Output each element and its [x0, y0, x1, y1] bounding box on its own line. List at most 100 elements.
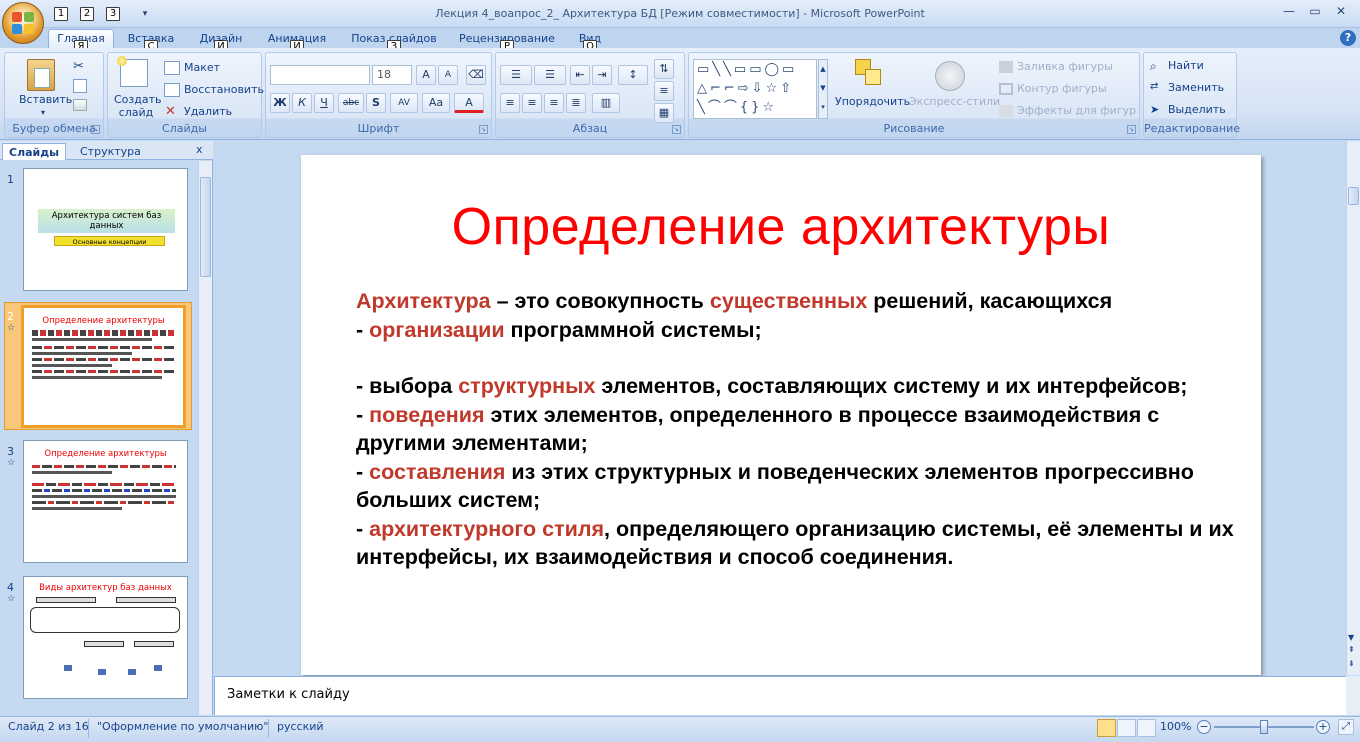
- paste-button[interactable]: Вставить: [19, 93, 72, 106]
- tab-design[interactable]: Дизайн Й: [192, 30, 250, 54]
- pane-close-icon[interactable]: x: [196, 143, 208, 157]
- justify-icon[interactable]: ≣: [566, 93, 586, 113]
- font-name-combo[interactable]: [270, 65, 370, 85]
- reset-button[interactable]: Восстановить: [184, 83, 264, 96]
- qat-customize-icon[interactable]: ▾: [136, 5, 154, 23]
- strikethrough-button[interactable]: abc: [338, 93, 364, 113]
- minimize-icon[interactable]: —: [1276, 2, 1302, 20]
- increase-indent-icon[interactable]: ⇥: [592, 65, 612, 85]
- slide-thumb-2[interactable]: Определение архитектуры: [21, 305, 186, 428]
- tab-review[interactable]: Рецензирование Р: [454, 30, 560, 54]
- numbering-icon[interactable]: ☰: [534, 65, 566, 85]
- zoom-in-icon[interactable]: +: [1316, 720, 1330, 734]
- notes-pane[interactable]: Заметки к слайду: [214, 676, 1346, 715]
- shapes-gallery[interactable]: ▭╲╲▭▭◯▭ △⌐⌐⇨⇩☆⇧ ╲⌒⌒{}☆: [693, 59, 817, 119]
- slide-thumb-4[interactable]: Виды архитектур баз данных: [23, 576, 188, 699]
- decrease-indent-icon[interactable]: ⇤: [570, 65, 590, 85]
- scroll-down-icon[interactable]: ▼: [1348, 633, 1354, 642]
- language-indicator[interactable]: русский: [277, 720, 324, 733]
- highlight-term: существенных: [709, 289, 868, 313]
- notes-placeholder: Заметки к слайду: [227, 687, 350, 702]
- thumb-subtitle: Основные концепции: [54, 236, 165, 246]
- notes-scrollbar[interactable]: [1346, 676, 1360, 715]
- paste-dropdown-icon[interactable]: ▾: [41, 108, 45, 117]
- zoom-level[interactable]: 100%: [1160, 720, 1191, 733]
- scroll-thumb[interactable]: [200, 177, 211, 277]
- restore-icon[interactable]: ▭: [1302, 2, 1328, 20]
- font-color-button[interactable]: A: [454, 93, 484, 113]
- copy-icon[interactable]: [73, 79, 87, 93]
- tab-home[interactable]: Главная Я: [48, 29, 114, 54]
- arrange-button[interactable]: Упорядочить: [835, 95, 910, 108]
- thumb-text-lines: [32, 338, 152, 341]
- select-button[interactable]: Выделить: [1168, 103, 1226, 116]
- shrink-font-icon[interactable]: A: [438, 65, 458, 85]
- slide-sorter-icon[interactable]: [1117, 719, 1136, 737]
- italic-button[interactable]: К: [292, 93, 312, 113]
- columns-icon[interactable]: ▥: [592, 93, 620, 113]
- qat-save[interactable]: 1: [52, 5, 70, 23]
- dialog-launcher-icon[interactable]: ↘: [672, 125, 681, 134]
- slide-thumb-1[interactable]: Архитектура систем баз данных Основные к…: [23, 168, 188, 291]
- delete-button[interactable]: Удалить: [184, 105, 232, 118]
- slide-thumb-3[interactable]: Определение архитектуры: [23, 440, 188, 563]
- align-right-icon[interactable]: ≡: [544, 93, 564, 113]
- quick-styles-button[interactable]: Экспресс-стили: [909, 95, 1000, 108]
- help-icon[interactable]: ?: [1340, 30, 1356, 46]
- zoom-slider-thumb[interactable]: [1260, 720, 1268, 734]
- thumb-number: 1: [7, 173, 14, 186]
- align-text-icon[interactable]: ≡: [654, 81, 674, 101]
- char-spacing-button[interactable]: AV: [390, 93, 418, 113]
- align-center-icon[interactable]: ≡: [522, 93, 542, 113]
- slides-pane-scrollbar[interactable]: [198, 161, 212, 715]
- shadow-button[interactable]: S: [366, 93, 386, 113]
- normal-view-icon[interactable]: [1097, 719, 1116, 737]
- zoom-out-icon[interactable]: −: [1197, 720, 1211, 734]
- clear-format-icon[interactable]: ⌫: [466, 65, 486, 85]
- line-spacing-icon[interactable]: ↕: [618, 65, 648, 85]
- shapes-gallery-scroll[interactable]: ▲ ▼ ▾: [818, 59, 828, 119]
- change-case-button[interactable]: Aa: [422, 93, 450, 113]
- tab-slides[interactable]: Слайды: [2, 143, 67, 160]
- shape-effects-button[interactable]: Эффекты для фигур: [1017, 104, 1136, 117]
- main-vertical-scrollbar[interactable]: ▼ ⇞ ⇟: [1346, 141, 1360, 675]
- layout-button[interactable]: Макет: [184, 61, 220, 74]
- underline-button[interactable]: Ч: [314, 93, 334, 113]
- next-slide-icon[interactable]: ⇟: [1348, 659, 1355, 668]
- tab-slideshow[interactable]: Показ слайдов З: [346, 30, 442, 54]
- bold-button[interactable]: Ж: [270, 93, 290, 113]
- office-button[interactable]: [2, 2, 44, 44]
- smartart-icon[interactable]: ▦: [654, 103, 674, 123]
- shape-outline-button[interactable]: Контур фигуры: [1017, 82, 1107, 95]
- scroll-thumb[interactable]: [1348, 187, 1359, 205]
- replace-button[interactable]: Заменить: [1168, 81, 1224, 94]
- fit-to-window-icon[interactable]: ⤢: [1338, 719, 1354, 735]
- grow-font-icon[interactable]: A: [416, 65, 436, 85]
- bullets-icon[interactable]: ☰: [500, 65, 532, 85]
- tab-insert[interactable]: Вставка С: [122, 30, 180, 54]
- find-button[interactable]: Найти: [1168, 59, 1204, 72]
- format-painter-icon[interactable]: [73, 99, 87, 111]
- shape-fill-button[interactable]: Заливка фигуры: [1017, 60, 1113, 73]
- slide-body[interactable]: Архитектура – это совокупность существен…: [356, 287, 1246, 572]
- dialog-launcher-icon[interactable]: ↘: [479, 125, 488, 134]
- tab-view[interactable]: Вид О: [572, 30, 608, 54]
- qat-keytip-3: 3: [106, 7, 120, 21]
- dialog-launcher-icon[interactable]: ↘: [91, 125, 100, 134]
- tab-animation[interactable]: Анимация И: [262, 30, 332, 54]
- dialog-launcher-icon[interactable]: ↘: [1127, 125, 1136, 134]
- current-slide[interactable]: Определение архитектуры Архитектура – эт…: [301, 155, 1261, 675]
- slide-title[interactable]: Определение архитектуры: [301, 197, 1261, 257]
- cut-icon[interactable]: ✂: [73, 59, 84, 74]
- text-direction-icon[interactable]: ⇅: [654, 59, 674, 79]
- new-slide-button[interactable]: Создать слайд: [114, 93, 162, 119]
- close-icon[interactable]: ✕: [1328, 2, 1354, 20]
- tab-outline[interactable]: Структура: [74, 143, 147, 160]
- qat-undo[interactable]: 2: [78, 5, 96, 23]
- slideshow-view-icon[interactable]: [1137, 719, 1156, 737]
- previous-slide-icon[interactable]: ⇞: [1348, 645, 1355, 654]
- zoom-slider[interactable]: [1214, 720, 1314, 734]
- align-left-icon[interactable]: ≡: [500, 93, 520, 113]
- qat-redo[interactable]: 3: [104, 5, 122, 23]
- font-size-combo[interactable]: 18: [372, 65, 412, 85]
